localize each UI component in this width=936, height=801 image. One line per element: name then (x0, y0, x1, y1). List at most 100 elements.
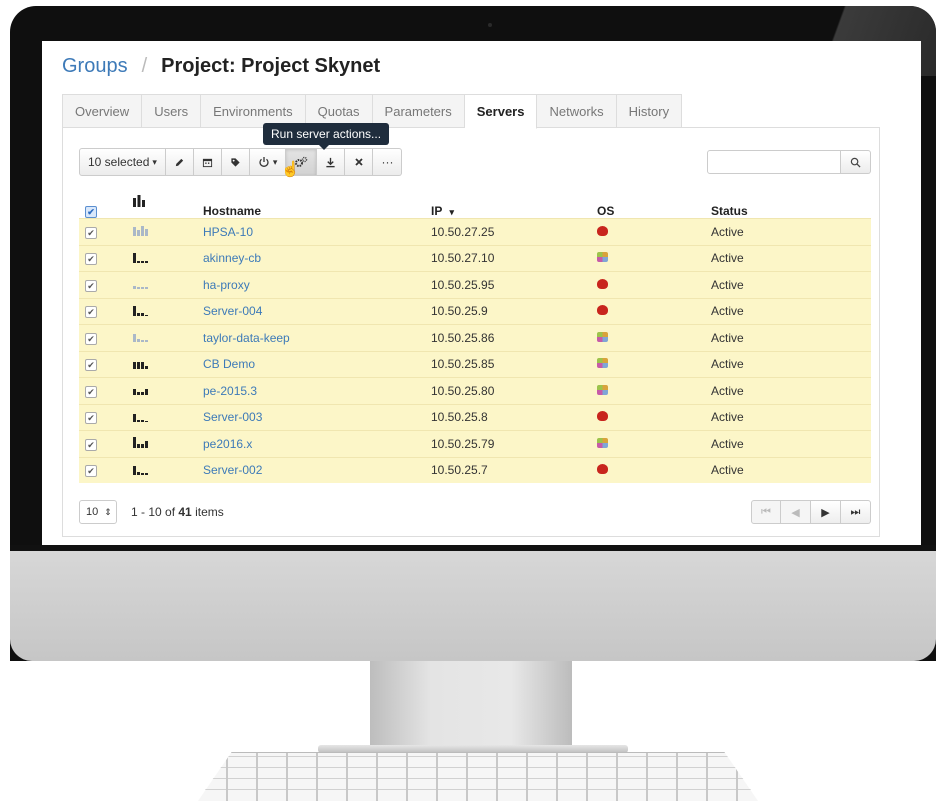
row-checkbox[interactable]: ✔ (85, 359, 97, 372)
utilization-sparkline (133, 251, 148, 263)
row-checkbox[interactable]: ✔ (85, 279, 97, 292)
sparkline-bar (137, 471, 140, 475)
tag-button[interactable] (221, 148, 250, 176)
sparkline-bar (141, 472, 144, 475)
row-checkbox[interactable]: ✔ (85, 253, 97, 266)
tab-networks[interactable]: Networks (537, 94, 617, 129)
last-page-button[interactable]: ⏭ (841, 500, 871, 524)
select-all-checkbox[interactable]: ✔ (85, 206, 97, 218)
tab-servers[interactable]: Servers (464, 94, 538, 129)
sparkline-bar (133, 437, 136, 449)
utilization-cell (133, 377, 203, 404)
hostname-cell: Server-004 (203, 297, 431, 325)
status-cell: Active (711, 403, 871, 431)
sparkline-bar (133, 413, 136, 422)
table-row[interactable]: ✔ pe2016.x 10.50.25.79 Active (79, 430, 871, 457)
table-row[interactable]: ✔ Server-002 10.50.25.7 Active (79, 456, 871, 483)
row-checkbox[interactable]: ✔ (85, 438, 97, 451)
select-all-cell: ✔ (79, 196, 133, 219)
utilization-cell (133, 403, 203, 431)
hostname-link[interactable]: Server-002 (203, 463, 262, 477)
row-checkbox[interactable]: ✔ (85, 306, 97, 319)
sparkline-bar (145, 389, 148, 396)
breadcrumb: Groups / Project: Project Skynet (62, 55, 380, 78)
row-checkbox[interactable]: ✔ (85, 226, 97, 239)
total-count: 41 (178, 505, 192, 519)
ip-cell: 10.50.25.80 (431, 377, 597, 404)
utilization-cell (133, 430, 203, 457)
ip-cell: 10.50.25.8 (431, 403, 597, 431)
hostname-link[interactable]: Server-003 (203, 410, 262, 424)
status-cell: Active (711, 271, 871, 298)
hostname-link[interactable]: pe2016.x (203, 437, 252, 451)
row-checkbox[interactable]: ✔ (85, 385, 97, 398)
ip-column-header[interactable]: IP ▾ (431, 196, 597, 219)
hostname-link[interactable]: HPSA-10 (203, 225, 253, 239)
os-cell (597, 271, 711, 298)
os-cell (597, 377, 711, 404)
tab-users[interactable]: Users (142, 94, 202, 129)
more-actions-button[interactable]: ··· (373, 148, 403, 176)
hostname-link[interactable]: pe-2015.3 (203, 384, 257, 398)
hostname-cell: ha-proxy (203, 271, 431, 298)
camera (488, 23, 492, 27)
search-input[interactable] (707, 150, 841, 174)
tab-history[interactable]: History (616, 94, 683, 129)
chevron-down-icon: ▾ (272, 156, 278, 167)
sparkline-bar (137, 392, 140, 396)
hostname-link[interactable]: ha-proxy (203, 278, 250, 292)
utilization-cell (133, 350, 203, 378)
status-column-header[interactable]: Status (711, 196, 871, 219)
hostname-cell: pe-2015.3 (203, 377, 431, 404)
sparkline-bar (145, 340, 148, 343)
table-row[interactable]: ✔ CB Demo 10.50.25.85 Active (79, 350, 871, 378)
first-page-button[interactable]: ⏮ (751, 500, 781, 524)
ip-cell: 10.50.27.10 (431, 244, 597, 272)
search-button[interactable] (841, 150, 871, 174)
selected-count-label: 10 selected (88, 155, 150, 169)
os-column-header[interactable]: OS (597, 196, 711, 219)
table-row[interactable]: ✔ Server-004 10.50.25.9 Active (79, 297, 871, 325)
status-cell: Active (711, 218, 871, 245)
sparkline-bar (145, 420, 148, 422)
tab-overview[interactable]: Overview (62, 94, 143, 129)
sparkline-bar (141, 392, 144, 396)
row-checkbox-cell: ✔ (79, 377, 133, 404)
pencil-icon (175, 158, 184, 166)
table-row[interactable]: ✔ akinney-cb 10.50.27.10 Active (79, 244, 871, 272)
items-label: items (195, 505, 224, 519)
hostname-column-header[interactable]: Hostname (203, 196, 431, 219)
schedule-button[interactable] (193, 148, 222, 176)
row-checkbox[interactable]: ✔ (85, 465, 97, 478)
hostname-cell: Server-003 (203, 403, 431, 431)
breadcrumb-groups-link[interactable]: Groups (62, 55, 128, 77)
utilization-cell (133, 324, 203, 351)
hostname-link[interactable]: Server-004 (203, 304, 262, 318)
page-size-value: 10 (86, 506, 99, 518)
hostname-link[interactable]: CB Demo (203, 357, 255, 371)
hostname-link[interactable]: taylor-data-keep (203, 331, 290, 345)
row-checkbox[interactable]: ✔ (85, 332, 97, 345)
download-button[interactable] (317, 148, 346, 176)
selected-count-dropdown[interactable]: 10 selected ▾ (79, 148, 166, 176)
first-page-icon: ⏮ (761, 505, 771, 518)
utilization-cell (133, 218, 203, 245)
os-cell (597, 297, 711, 325)
table-row[interactable]: ✔ Server-003 10.50.25.8 Active (79, 403, 871, 431)
os-cell (597, 324, 711, 351)
tag-icon (231, 157, 240, 167)
table-row[interactable]: ✔ pe-2015.3 10.50.25.80 Active (79, 377, 871, 404)
table-row[interactable]: ✔ taylor-data-keep 10.50.25.86 Active (79, 324, 871, 351)
prev-page-button[interactable]: ◀ (781, 500, 811, 524)
ellipsis-icon: ··· (381, 155, 394, 169)
utilization-cell (133, 244, 203, 272)
table-row[interactable]: ✔ ha-proxy 10.50.25.95 Active (79, 271, 871, 298)
edit-button[interactable] (165, 148, 194, 176)
page-size-select[interactable]: 10 ⇕ (79, 500, 117, 524)
row-checkbox[interactable]: ✔ (85, 412, 97, 425)
hostname-link[interactable]: akinney-cb (203, 251, 261, 265)
os-cell (597, 403, 711, 431)
delete-button[interactable] (345, 148, 374, 176)
table-row[interactable]: ✔ HPSA-10 10.50.27.25 Active (79, 218, 871, 245)
next-page-button[interactable]: ▶ (811, 500, 841, 524)
